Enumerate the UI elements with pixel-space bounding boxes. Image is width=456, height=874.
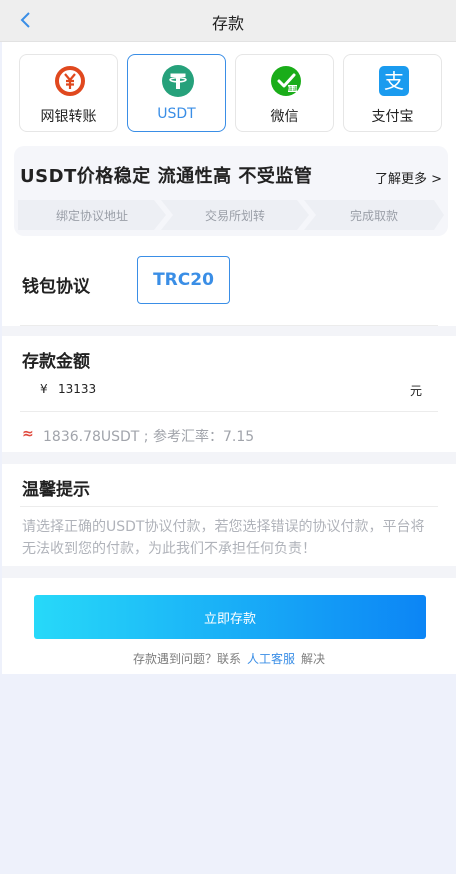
step-bind-address: 绑定协议地址	[18, 200, 166, 230]
help-suffix: 解决	[301, 652, 326, 666]
method-label: USDT	[157, 106, 196, 122]
tips-title: 温馨提示	[22, 480, 90, 500]
section-gap	[2, 326, 456, 336]
page-title: 存款	[211, 14, 244, 33]
usdt-conversion-text: 1836.78USDT ; 参考汇率：7.15	[43, 429, 255, 445]
deposit-now-button[interactable]: 立即存款	[34, 595, 426, 639]
protocol-trc20-option[interactable]: TRC20	[137, 256, 230, 304]
help-line: 存款遇到问题？联系 人工客服 解决	[2, 650, 456, 667]
divider	[20, 411, 438, 412]
customer-service-link[interactable]: 人工客服	[247, 652, 295, 666]
process-steps: 绑定协议地址 交易所划转 完成取款	[18, 200, 444, 230]
help-prefix: 存款遇到问题？联系	[132, 652, 241, 666]
method-label: 微信	[270, 109, 299, 125]
usdt-info-banner: USDT价格稳定 流通性高 不受监管 了解更多 > 绑定协议地址 交易所划转 完…	[14, 146, 448, 236]
method-alipay[interactable]: 支 支付宝	[343, 54, 442, 132]
learn-more-link[interactable]: 了解更多 >	[375, 168, 442, 187]
header: 存款	[0, 0, 456, 42]
amount-input[interactable]	[58, 378, 358, 400]
deposit-content: 网银转账 USDT 极速 微信 支 支付宝 USDT价格稳定 流通性高 不受监管…	[2, 42, 456, 674]
banner-title: USDT价格稳定 流通性高 不受监管	[20, 166, 313, 187]
svg-text:支: 支	[384, 69, 404, 93]
step-complete: 完成取款	[304, 200, 444, 230]
method-label: 支付宝	[371, 109, 414, 125]
method-usdt[interactable]: USDT	[127, 54, 226, 132]
step-exchange-transfer: 交易所划转	[161, 200, 309, 230]
svg-text:极速: 极速	[287, 86, 297, 93]
method-label: 网银转账	[40, 109, 97, 125]
section-gap	[2, 566, 456, 578]
alipay-icon: 支	[379, 66, 409, 96]
tips-text: 请选择正确的USDT协议付款，若您选择错误的协议付款，平台将无法收到您的付款，为…	[22, 519, 425, 557]
currency-symbol: ¥	[40, 382, 48, 396]
wechat-icon: 极速	[271, 66, 301, 96]
section-gap	[2, 452, 456, 464]
bank-transfer-icon	[55, 66, 85, 96]
protocol-label: 钱包协议	[22, 277, 90, 297]
approx-icon: ≈	[22, 426, 34, 442]
method-wechat[interactable]: 极速 微信	[235, 54, 334, 132]
currency-unit: 元	[409, 384, 422, 398]
amount-section-title: 存款金额	[22, 352, 90, 372]
method-bank-transfer[interactable]: 网银转账	[19, 54, 118, 132]
tether-icon	[162, 65, 194, 97]
divider	[20, 506, 438, 507]
